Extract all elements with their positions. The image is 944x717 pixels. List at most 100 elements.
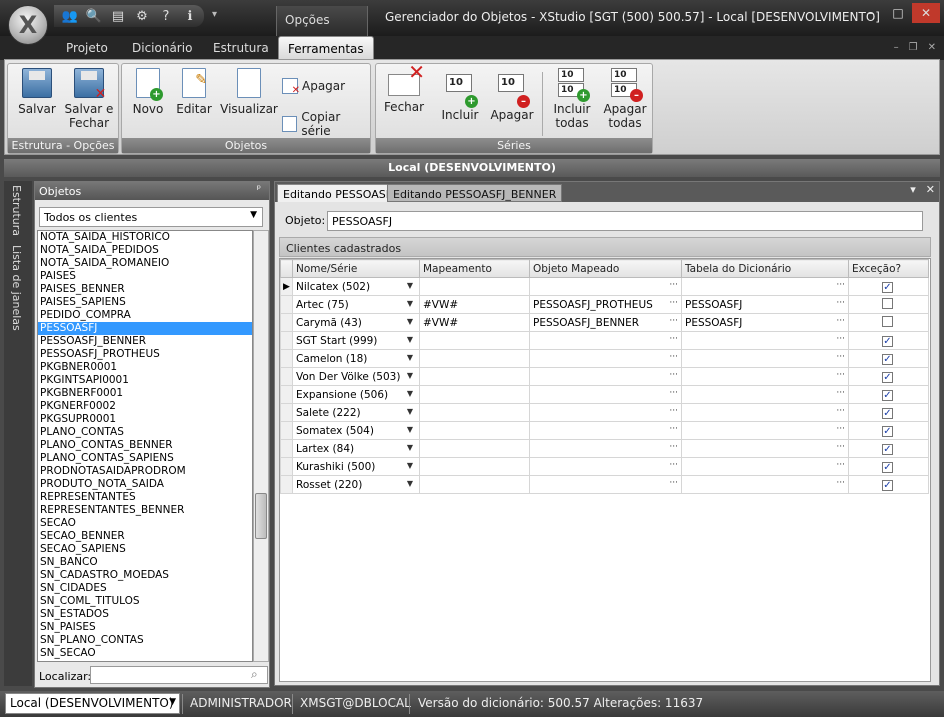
- cell-excecao[interactable]: [848, 295, 929, 314]
- excecao-checkbox[interactable]: [882, 315, 893, 327]
- copiar-serie-button[interactable]: Copiar série: [282, 110, 370, 138]
- list-item[interactable]: PAISES_BENNER: [38, 283, 252, 296]
- ellipsis-icon[interactable]: ···: [669, 406, 678, 416]
- table-row[interactable]: Camelon (18) ▼ ··· ··· ✓: [280, 349, 929, 368]
- qat-dropdown-icon[interactable]: ▾: [212, 9, 217, 20]
- list-item[interactable]: SECAO_SAPIENS: [38, 543, 252, 556]
- chevron-down-icon[interactable]: ▼: [407, 479, 413, 488]
- cell-objeto-mapeado[interactable]: ···: [529, 421, 682, 440]
- help-icon[interactable]: ?: [156, 9, 176, 24]
- chevron-down-icon[interactable]: ▼: [407, 461, 413, 470]
- excecao-checkbox[interactable]: ✓: [882, 425, 893, 437]
- cell-objeto-mapeado[interactable]: ···: [529, 457, 682, 476]
- ellipsis-icon[interactable]: ···: [836, 406, 845, 416]
- col-nome-serie[interactable]: Nome/Série: [292, 259, 420, 278]
- pin-icon[interactable]: ᵖ: [257, 184, 261, 195]
- client-filter-select[interactable]: Todos os clientes ▼: [39, 207, 263, 227]
- table-row[interactable]: Kurashiki (500) ▼ ··· ··· ✓: [280, 457, 929, 476]
- ellipsis-icon[interactable]: ···: [669, 370, 678, 380]
- cell-excecao[interactable]: ✓: [848, 457, 929, 476]
- list-item[interactable]: SN_PAISES: [38, 621, 252, 634]
- document-icon[interactable]: ▤: [108, 9, 128, 24]
- chevron-down-icon[interactable]: ▼: [407, 281, 413, 290]
- cell-excecao[interactable]: ✓: [848, 367, 929, 386]
- cell-mapeamento[interactable]: [419, 367, 530, 386]
- cell-excecao[interactable]: ✓: [848, 439, 929, 458]
- list-item[interactable]: REPRESENTANTES_BENNER: [38, 504, 252, 517]
- cell-mapeamento[interactable]: [419, 331, 530, 350]
- list-item[interactable]: PLANO_CONTAS_SAPIENS: [38, 452, 252, 465]
- chevron-down-icon[interactable]: ▼: [407, 317, 413, 326]
- cell-tabela[interactable]: ···: [681, 475, 849, 494]
- cell-excecao[interactable]: ✓: [848, 385, 929, 404]
- ellipsis-icon[interactable]: ···: [836, 352, 845, 362]
- chevron-down-icon[interactable]: ▼: [407, 425, 413, 434]
- chevron-down-icon[interactable]: ▼: [407, 407, 413, 416]
- cell-mapeamento[interactable]: [419, 403, 530, 422]
- cell-nome[interactable]: Nilcatex (502) ▼: [292, 277, 420, 296]
- row-indicator[interactable]: [280, 439, 293, 458]
- users-icon[interactable]: 👥: [60, 9, 80, 24]
- cell-mapeamento[interactable]: #VW#: [419, 313, 530, 332]
- col-mapeamento[interactable]: Mapeamento: [419, 259, 530, 278]
- salvar-fechar-button[interactable]: ✕ Salvar e Fechar: [64, 68, 114, 130]
- cell-mapeamento[interactable]: [419, 439, 530, 458]
- list-item[interactable]: PESSOASFJ: [38, 322, 252, 335]
- table-row[interactable]: ▶ Nilcatex (502) ▼ ··· ··· ✓: [280, 277, 929, 296]
- list-item[interactable]: PLANO_CONTAS_BENNER: [38, 439, 252, 452]
- table-row[interactable]: Artec (75) ▼ #VW# PESSOASFJ_PROTHEUS ··· PESS…: [280, 295, 929, 314]
- list-item[interactable]: PKGSUPR0001: [38, 413, 252, 426]
- cell-objeto-mapeado[interactable]: ···: [529, 277, 682, 296]
- row-indicator[interactable]: [280, 331, 293, 350]
- cell-nome[interactable]: Somatex (504) ▼: [292, 421, 420, 440]
- ellipsis-icon[interactable]: ···: [669, 280, 678, 290]
- row-indicator[interactable]: [280, 385, 293, 404]
- list-item[interactable]: PKGBNER0001: [38, 361, 252, 374]
- app-menu-button[interactable]: X: [8, 5, 48, 45]
- list-item[interactable]: PKGINTSAPI0001: [38, 374, 252, 387]
- cell-tabela[interactable]: ···: [681, 367, 849, 386]
- find-input[interactable]: [90, 666, 268, 684]
- ellipsis-icon[interactable]: ···: [836, 460, 845, 470]
- list-item[interactable]: SN_BANCO: [38, 556, 252, 569]
- ellipsis-icon[interactable]: ···: [836, 370, 845, 380]
- row-indicator[interactable]: [280, 403, 293, 422]
- cell-tabela[interactable]: PESSOASFJ ···: [681, 295, 849, 314]
- ellipsis-icon[interactable]: ···: [836, 298, 845, 308]
- excecao-checkbox[interactable]: ✓: [882, 443, 893, 455]
- list-item[interactable]: PAISES: [38, 270, 252, 283]
- cell-tabela[interactable]: ···: [681, 385, 849, 404]
- cell-mapeamento[interactable]: [419, 475, 530, 494]
- apagar-objeto-button[interactable]: ✕ Apagar: [282, 78, 345, 96]
- table-row[interactable]: Salete (222) ▼ ··· ··· ✓: [280, 403, 929, 422]
- table-row[interactable]: Von Der Völke (503) ▼ ··· ··· ✓: [280, 367, 929, 386]
- cell-nome[interactable]: Carymã (43) ▼: [292, 313, 420, 332]
- list-item[interactable]: SN_CADASTRO_MOEDAS: [38, 569, 252, 582]
- cell-tabela[interactable]: PESSOASFJ ···: [681, 313, 849, 332]
- cell-objeto-mapeado[interactable]: PESSOASFJ_PROTHEUS ···: [529, 295, 682, 314]
- cell-mapeamento[interactable]: [419, 421, 530, 440]
- cell-excecao[interactable]: ✓: [848, 331, 929, 350]
- visualizar-button[interactable]: Visualizar: [220, 68, 278, 116]
- excecao-checkbox[interactable]: [882, 297, 893, 309]
- row-indicator[interactable]: [280, 475, 293, 494]
- objects-list[interactable]: NOTA_SAIDA_HISTORICO NOTA_SAIDA_PEDIDOS NO…: [37, 230, 253, 662]
- cell-nome[interactable]: Lartex (84) ▼: [292, 439, 420, 458]
- list-item[interactable]: SN_PLANO_CONTAS: [38, 634, 252, 647]
- cell-objeto-mapeado[interactable]: ···: [529, 475, 682, 494]
- cell-objeto-mapeado[interactable]: ···: [529, 367, 682, 386]
- fechar-button[interactable]: ✕ Fechar: [382, 62, 426, 114]
- ellipsis-icon[interactable]: ···: [669, 316, 678, 326]
- maximize-button[interactable]: □: [884, 3, 912, 23]
- apagar-todas-button[interactable]: 10 10– Apagar todas: [602, 68, 648, 130]
- list-item[interactable]: SN_CIDADES: [38, 582, 252, 595]
- list-item[interactable]: PESSOASFJ_BENNER: [38, 335, 252, 348]
- row-indicator[interactable]: [280, 367, 293, 386]
- list-item[interactable]: PAISES_SAPIENS: [38, 296, 252, 309]
- chevron-down-icon[interactable]: ▼: [407, 299, 413, 308]
- scroll-thumb[interactable]: [255, 493, 267, 539]
- list-item[interactable]: PKGBNERF0001: [38, 387, 252, 400]
- cell-excecao[interactable]: ✓: [848, 277, 929, 296]
- cell-excecao[interactable]: [848, 313, 929, 332]
- context-tab-options[interactable]: Opções: [276, 6, 368, 36]
